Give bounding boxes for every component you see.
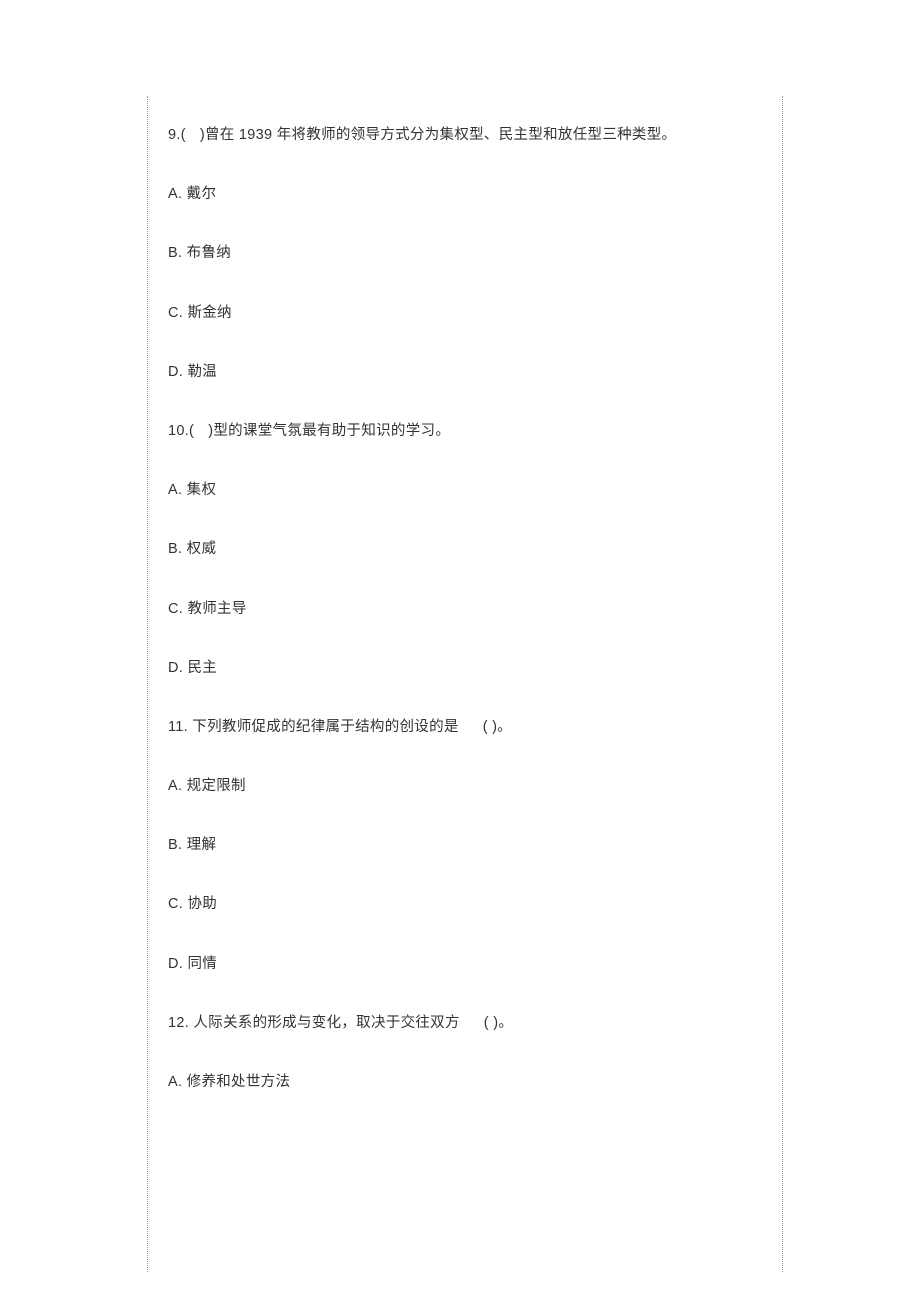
option-text: 理解 xyxy=(187,837,217,853)
option-label: B. xyxy=(168,541,182,557)
option-label: D. xyxy=(168,364,183,380)
option-text: 勒温 xyxy=(187,364,217,380)
option-text: 修养和处世方法 xyxy=(187,1074,291,1090)
option-label: C. xyxy=(168,896,183,912)
q9-year: 1939 xyxy=(239,127,272,143)
option-label: D. xyxy=(168,956,183,972)
q9-tail: 年将教师的领导方式分为集权型、民主型和放任型三种类型。 xyxy=(277,127,677,143)
option-text: 集权 xyxy=(187,482,217,498)
option-text: 民主 xyxy=(187,660,217,676)
q9-prefix: 9.( xyxy=(168,127,186,143)
q11-blank: ( )。 xyxy=(483,719,512,735)
q11-option-a: A. 规定限制 xyxy=(168,775,763,798)
option-text: 规定限制 xyxy=(187,778,246,794)
q9-option-a: A. 戴尔 xyxy=(168,183,763,206)
option-label: D. xyxy=(168,660,183,676)
option-label: C. xyxy=(168,305,183,321)
option-text: 戴尔 xyxy=(187,186,217,202)
q11-option-b: B. 理解 xyxy=(168,834,763,857)
option-text: 布鲁纳 xyxy=(187,245,231,261)
option-label: B. xyxy=(168,837,182,853)
question-10-stem: 10.( )型的课堂气氛最有助于知识的学习。 xyxy=(168,420,763,443)
q12-option-a: A. 修养和处世方法 xyxy=(168,1071,763,1094)
option-label: B. xyxy=(168,245,182,261)
q10-suffix: )型的课堂气氛最有助于知识的学习。 xyxy=(208,423,450,439)
option-label: A. xyxy=(168,778,182,794)
option-label: A. xyxy=(168,1074,182,1090)
q12-blank: ( )。 xyxy=(484,1015,513,1031)
q10-option-d: D. 民主 xyxy=(168,657,763,680)
q10-prefix: 10.( xyxy=(168,423,194,439)
q9-option-b: B. 布鲁纳 xyxy=(168,242,763,265)
q10-option-b: B. 权威 xyxy=(168,538,763,561)
q12-main: 12. 人际关系的形成与变化，取决于交往双方 xyxy=(168,1015,460,1031)
option-text: 教师主导 xyxy=(187,601,246,617)
q9-suffix: )曾在 xyxy=(200,127,235,143)
q10-option-c: C. 教师主导 xyxy=(168,598,763,621)
option-label: A. xyxy=(168,186,182,202)
option-label: A. xyxy=(168,482,182,498)
q9-option-d: D. 勒温 xyxy=(168,361,763,384)
question-12-stem: 12. 人际关系的形成与变化，取决于交往双方 ( )。 xyxy=(168,1012,763,1035)
question-9-stem: 9.( )曾在 1939 年将教师的领导方式分为集权型、民主型和放任型三种类型。 xyxy=(168,124,763,147)
q11-main: 11. 下列教师促成的纪律属于结构的创设的是 xyxy=(168,719,459,735)
document-content: 9.()曾在 1939 年将教师的领导方式分为集权型、民主型和放任型三种类型。 … xyxy=(168,124,763,1130)
option-text: 权威 xyxy=(187,541,217,557)
q10-option-a: A. 集权 xyxy=(168,479,763,502)
q11-option-c: C. 协助 xyxy=(168,893,763,916)
option-text: 斯金纳 xyxy=(187,305,231,321)
q9-option-c: C. 斯金纳 xyxy=(168,302,763,325)
question-11-stem: 11. 下列教师促成的纪律属于结构的创设的是 ( )。 xyxy=(168,716,763,739)
option-text: 同情 xyxy=(187,956,217,972)
q11-option-d: D. 同情 xyxy=(168,953,763,976)
option-text: 协助 xyxy=(187,896,217,912)
option-label: C. xyxy=(168,601,183,617)
